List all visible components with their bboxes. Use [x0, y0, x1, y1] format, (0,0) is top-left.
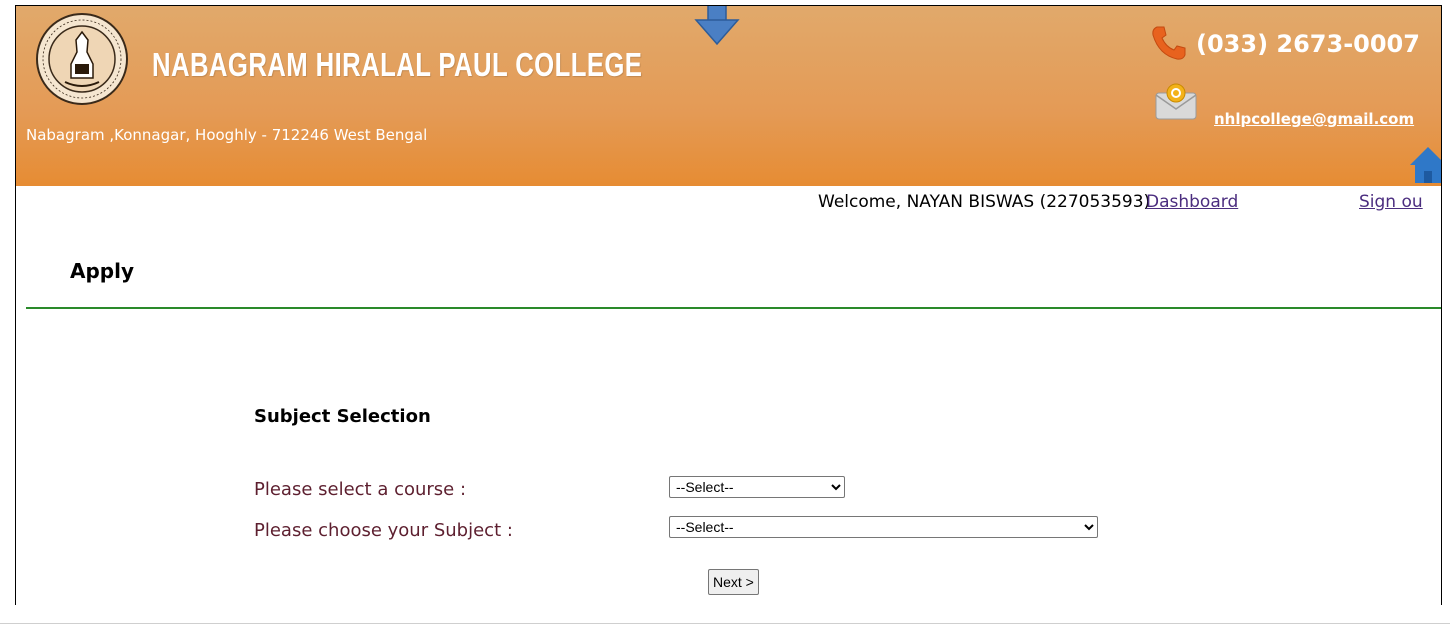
course-select[interactable]: --Select-- — [669, 476, 845, 498]
subject-select[interactable]: --Select-- — [669, 516, 1098, 538]
mail-icon — [1155, 83, 1197, 120]
page-bottom-border — [0, 623, 1450, 624]
phone-icon — [1152, 26, 1186, 60]
page-frame: NABAGRAM HIRALAL PAUL COLLEGE Nabagram ,… — [15, 5, 1442, 605]
course-label: Please select a course : — [254, 479, 467, 500]
email-link[interactable]: nhlpcollege@gmail.com — [1214, 110, 1414, 128]
college-address: Nabagram ,Konnagar, Hooghly - 712246 Wes… — [26, 126, 428, 144]
subject-label: Please choose your Subject : — [254, 520, 513, 541]
college-name: NABAGRAM HIRALAL PAUL COLLEGE — [152, 46, 643, 83]
college-logo — [36, 13, 128, 105]
phone-number: (033) 2673-0007 — [1196, 30, 1420, 58]
home-icon[interactable] — [1408, 143, 1442, 183]
next-button[interactable]: Next > — [708, 569, 759, 595]
site-header: NABAGRAM HIRALAL PAUL COLLEGE Nabagram ,… — [16, 6, 1441, 186]
welcome-message: Welcome, NAYAN BISWAS (227053593) — [818, 192, 1151, 212]
section-title: Subject Selection — [254, 406, 431, 427]
dashboard-link[interactable]: Dashboard — [1146, 192, 1238, 212]
page-title: Apply — [70, 259, 135, 283]
title-divider — [26, 307, 1441, 309]
sign-out-link[interactable]: Sign ou — [1359, 192, 1423, 212]
down-arrow-icon — [694, 6, 740, 46]
